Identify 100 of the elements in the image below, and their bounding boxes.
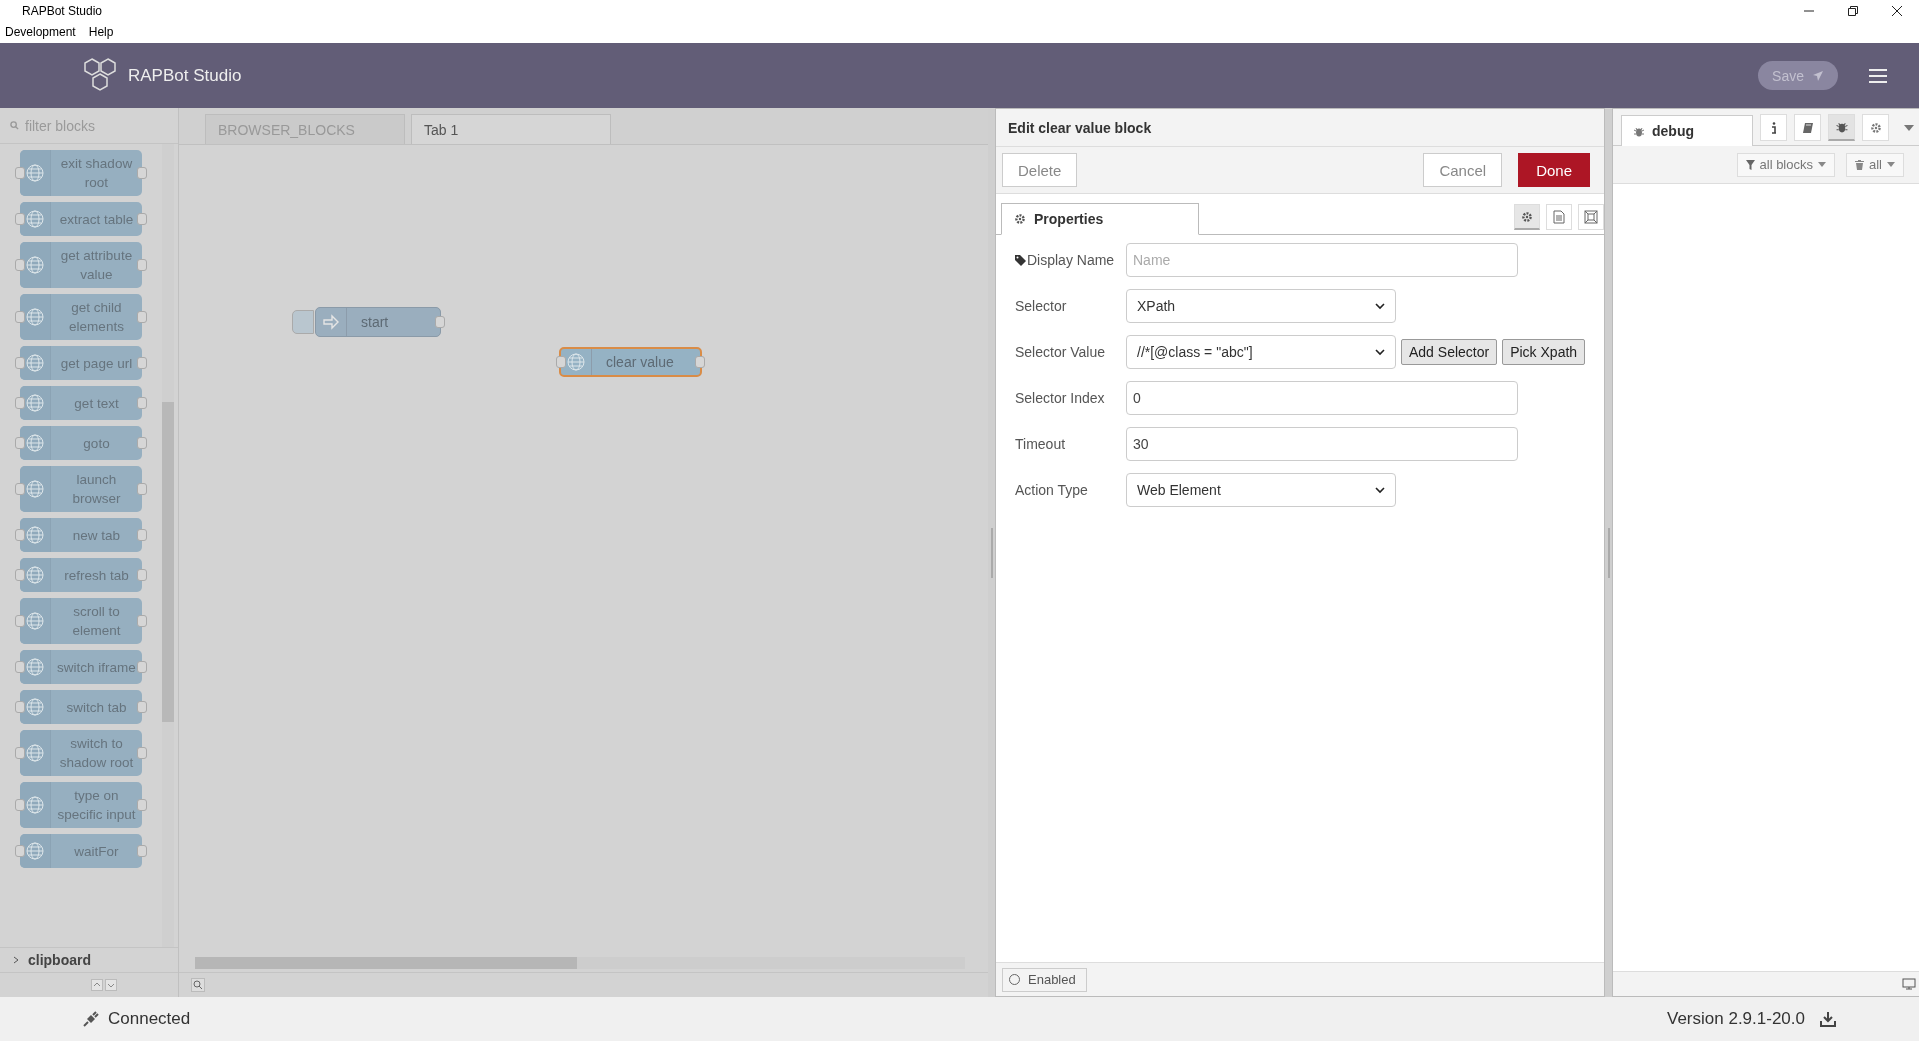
monitor-icon[interactable] — [1902, 978, 1916, 990]
palette-block[interactable]: switch tab — [20, 690, 142, 724]
port[interactable] — [137, 661, 147, 673]
globe-icon — [24, 478, 46, 500]
dropdown[interactable]: XPath — [1126, 289, 1396, 323]
port[interactable] — [137, 213, 147, 225]
palette-block[interactable]: get attribute value — [20, 242, 142, 288]
caret-icon — [1375, 486, 1385, 494]
port[interactable] — [695, 356, 705, 368]
menu-icon[interactable] — [1868, 67, 1888, 84]
palette-category[interactable]: clipboard — [0, 947, 178, 972]
palette-block[interactable]: type on specific input — [20, 782, 142, 828]
dropdown[interactable]: Web Element — [1126, 473, 1396, 507]
palette-block[interactable]: exit shadow root — [20, 150, 142, 196]
port[interactable] — [137, 483, 147, 495]
palette-block[interactable]: get page url — [20, 346, 142, 380]
port[interactable] — [137, 615, 147, 627]
search-icon — [10, 121, 19, 130]
palette-block[interactable]: launch browser — [20, 466, 142, 512]
filter-dropdown[interactable]: all blocks — [1736, 152, 1835, 177]
port[interactable] — [137, 397, 147, 409]
info-icon[interactable] — [1760, 114, 1787, 141]
text-field[interactable]: 0 — [1126, 381, 1518, 415]
done-button[interactable]: Done — [1518, 153, 1590, 187]
form-button[interactable]: Add Selector — [1401, 339, 1498, 365]
book-icon[interactable] — [1794, 114, 1821, 141]
port[interactable] — [137, 311, 147, 323]
port[interactable] — [137, 357, 147, 369]
port[interactable] — [137, 799, 147, 811]
form-button[interactable]: Pick Xpath — [1502, 339, 1586, 365]
globe-icon — [24, 696, 46, 718]
inject-button[interactable] — [292, 310, 314, 334]
scrollbar[interactable] — [195, 957, 965, 969]
close-icon[interactable] — [1891, 5, 1903, 17]
settings-tab[interactable] — [1514, 204, 1540, 230]
menu-item[interactable]: Help — [88, 25, 114, 39]
cancel-button[interactable]: Cancel — [1423, 153, 1503, 187]
port[interactable] — [137, 167, 147, 179]
palette-block[interactable]: goto — [20, 426, 142, 460]
port[interactable] — [137, 529, 147, 541]
port[interactable] — [137, 747, 147, 759]
port[interactable] — [556, 356, 566, 368]
field-label: Action Type — [1015, 482, 1089, 498]
port[interactable] — [137, 437, 147, 449]
palette-block[interactable]: get text — [20, 386, 142, 420]
palette-block[interactable]: waitFor — [20, 834, 142, 868]
globe-icon — [565, 351, 587, 373]
search-icon[interactable] — [191, 978, 205, 992]
globe-icon — [24, 208, 46, 230]
globe-icon — [24, 742, 46, 764]
settings-icon[interactable] — [1862, 114, 1889, 141]
field-label: Timeout — [1015, 436, 1067, 452]
menu-item[interactable]: Development — [5, 25, 76, 39]
caret-icon — [1375, 348, 1385, 356]
window-title: RAPBot Studio — [22, 4, 104, 18]
delete-button[interactable]: Delete — [1002, 153, 1078, 187]
globe-icon — [24, 794, 46, 816]
version-text: Version 2.9.1-20.0 — [1667, 1009, 1805, 1029]
download-icon[interactable] — [1819, 1010, 1837, 1028]
editor-title: Edit clear value block — [996, 109, 1604, 147]
globe-icon — [24, 352, 46, 374]
flow-node[interactable]: clear value — [559, 347, 702, 377]
expand-icon[interactable] — [105, 979, 117, 991]
palette-block[interactable]: refresh tab — [20, 558, 142, 592]
dropdown[interactable]: //*[@class = "abc"] — [1126, 335, 1396, 369]
port[interactable] — [137, 701, 147, 713]
text-field[interactable]: 30 — [1126, 427, 1518, 461]
collapse-icon[interactable] — [91, 979, 103, 991]
text-field[interactable]: Name — [1126, 243, 1518, 277]
properties-tab[interactable]: Properties — [1001, 203, 1199, 235]
bug-icon — [1634, 125, 1644, 137]
enabled-toggle[interactable]: Enabled — [1002, 967, 1087, 992]
restore-icon[interactable] — [1847, 5, 1859, 17]
debug-tab[interactable]: debug — [1621, 115, 1753, 146]
globe-icon — [24, 306, 46, 328]
clear-dropdown[interactable]: all — [1846, 152, 1904, 177]
palette-block[interactable]: switch iframe — [20, 650, 142, 684]
globe-icon — [24, 254, 46, 276]
port[interactable] — [137, 845, 147, 857]
scrollbar[interactable] — [162, 144, 174, 947]
caret-icon — [1887, 162, 1895, 167]
globe-icon — [24, 524, 46, 546]
workspace-tab[interactable]: Tab 1 — [411, 114, 611, 144]
trash-icon — [1855, 159, 1864, 170]
caret-icon[interactable] — [1904, 125, 1914, 131]
document-tab[interactable] — [1546, 204, 1572, 230]
field-label: Selector — [1015, 298, 1068, 314]
palette-block[interactable]: switch to shadow root — [20, 730, 142, 776]
port[interactable] — [137, 259, 147, 271]
palette-block[interactable]: scroll to element — [20, 598, 142, 644]
port[interactable] — [137, 569, 147, 581]
globe-icon — [24, 432, 46, 454]
bug-icon[interactable] — [1828, 114, 1855, 141]
palette-block[interactable]: new tab — [20, 518, 142, 552]
palette-block[interactable]: get child elements — [20, 294, 142, 340]
filter-field[interactable]: filter blocks — [23, 116, 167, 135]
port[interactable] — [435, 316, 445, 328]
connection-status: Connected — [108, 1009, 191, 1029]
palette-block[interactable]: extract table — [20, 202, 142, 236]
frame-tab[interactable] — [1578, 204, 1604, 230]
